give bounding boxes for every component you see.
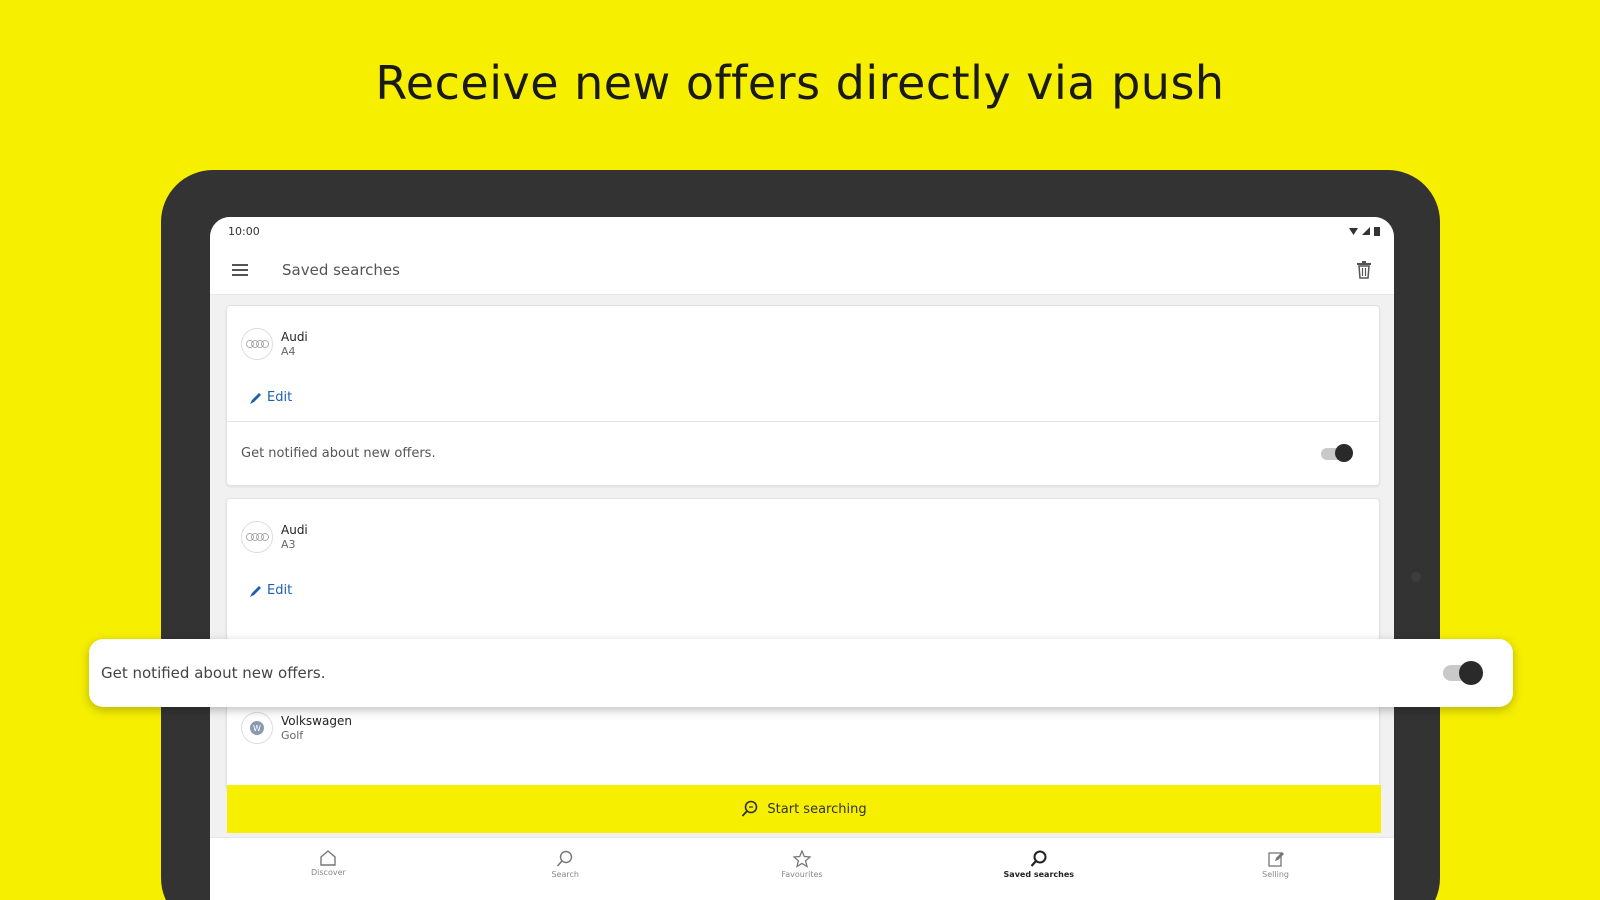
nav-selling[interactable]: Selling xyxy=(1157,838,1394,900)
floating-notify-toggle[interactable] xyxy=(1443,661,1483,685)
saved-search-icon xyxy=(742,800,758,817)
nav-label: Selling xyxy=(1262,870,1289,879)
saved-search-card[interactable]: Audi A4 Edit Get notified about new offe… xyxy=(226,305,1380,486)
svg-text:W: W xyxy=(253,724,261,733)
star-icon xyxy=(792,850,811,868)
wifi-icon xyxy=(1349,228,1358,235)
nav-label: Discover xyxy=(311,868,346,877)
app-bar: Saved searches xyxy=(210,245,1394,295)
search-icon xyxy=(557,850,573,867)
nav-favourites[interactable]: Favourites xyxy=(684,838,921,900)
floating-notify-label: Get notified about new offers. xyxy=(101,664,326,682)
pencil-icon xyxy=(250,392,261,404)
edit-icon xyxy=(1267,852,1284,867)
signal-icon xyxy=(1362,227,1370,235)
nav-saved-searches[interactable]: Saved searches xyxy=(920,838,1157,900)
card-make: Volkswagen xyxy=(281,714,352,729)
card-make: Audi xyxy=(281,330,308,345)
pencil-icon xyxy=(250,585,261,597)
edit-label: Edit xyxy=(267,390,293,405)
battery-icon xyxy=(1374,226,1380,236)
card-make: Audi xyxy=(281,523,308,538)
nav-discover[interactable]: Discover xyxy=(210,838,447,900)
status-bar: 10:00 xyxy=(210,217,1394,245)
card-model: A3 xyxy=(281,537,296,551)
start-searching-button[interactable]: Start searching xyxy=(227,785,1381,833)
device-camera-dot xyxy=(1411,572,1421,582)
page-title: Saved searches xyxy=(282,260,400,279)
notify-label: Get notified about new offers. xyxy=(241,446,436,461)
notify-row: Get notified about new offers. xyxy=(227,421,1379,485)
notify-toggle[interactable] xyxy=(1321,443,1353,462)
audi-logo-icon xyxy=(241,328,273,360)
nav-label: Search xyxy=(551,870,579,879)
card-model: Golf xyxy=(281,728,304,742)
trash-icon[interactable] xyxy=(1352,258,1376,282)
bottom-navigation: Discover Search Favourites Saved searche… xyxy=(210,837,1394,900)
edit-link[interactable]: Edit xyxy=(227,553,1379,614)
saved-search-icon xyxy=(1030,850,1047,867)
vw-logo-icon: W xyxy=(241,712,273,744)
hamburger-icon[interactable] xyxy=(228,258,252,282)
nav-search[interactable]: Search xyxy=(447,838,684,900)
floating-notify-row: Get notified about new offers. xyxy=(89,639,1513,707)
card-header: Audi A3 xyxy=(227,499,1379,553)
edit-label: Edit xyxy=(267,583,293,598)
home-icon xyxy=(320,850,337,866)
start-searching-label: Start searching xyxy=(767,801,867,817)
card-model: A4 xyxy=(281,344,296,358)
nav-label: Saved searches xyxy=(1003,870,1075,879)
status-icons xyxy=(1349,226,1380,236)
page-headline: Receive new offers directly via push xyxy=(375,56,1225,110)
card-header: Audi A4 xyxy=(227,306,1379,360)
edit-link[interactable]: Edit xyxy=(227,360,1379,421)
status-time: 10:00 xyxy=(228,224,260,238)
saved-search-list: Audi A4 Edit Get notified about new offe… xyxy=(210,295,1394,791)
audi-logo-icon xyxy=(241,521,273,553)
nav-label: Favourites xyxy=(781,870,823,879)
